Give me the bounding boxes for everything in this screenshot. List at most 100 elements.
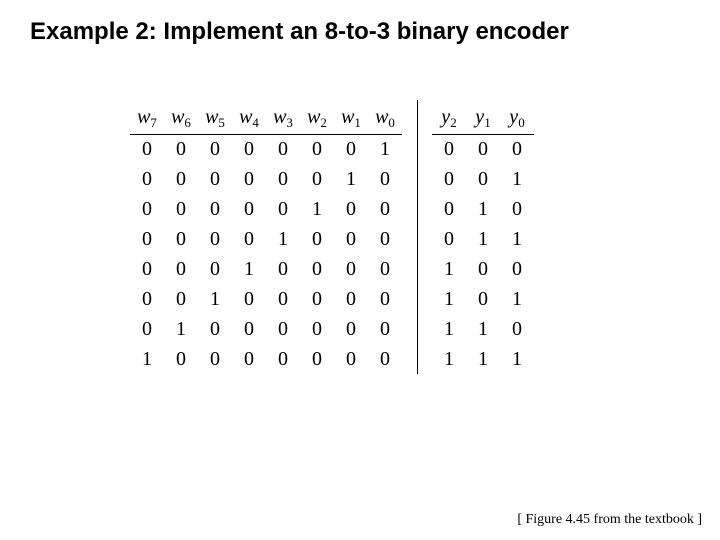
cell: 0 — [266, 314, 300, 344]
cell: 0 — [164, 254, 198, 284]
col-w2: w2 — [300, 100, 334, 134]
cell: 0 — [334, 194, 368, 224]
cell: 0 — [432, 194, 466, 224]
cell: 0 — [466, 164, 500, 194]
cell: 0 — [368, 314, 402, 344]
col-w5: w5 — [198, 100, 232, 134]
cell: 0 — [232, 284, 266, 314]
cell: 0 — [130, 164, 164, 194]
page-title: Example 2: Implement an 8-to-3 binary en… — [30, 18, 569, 46]
cell: 1 — [164, 314, 198, 344]
col-y1: y1 — [466, 100, 500, 134]
cell: 1 — [232, 254, 266, 284]
cell: 1 — [500, 344, 534, 374]
cell: 0 — [300, 164, 334, 194]
cell: 0 — [300, 224, 334, 254]
cell: 0 — [198, 254, 232, 284]
cell: 0 — [232, 314, 266, 344]
col-w4: w4 — [232, 100, 266, 134]
col-w3: w3 — [266, 100, 300, 134]
cell: 0 — [432, 224, 466, 254]
cell: 0 — [368, 254, 402, 284]
cell: 0 — [164, 134, 198, 164]
cell: 0 — [164, 284, 198, 314]
cell: 1 — [130, 344, 164, 374]
cell: 0 — [198, 164, 232, 194]
cell: 1 — [432, 284, 466, 314]
cell: 1 — [198, 284, 232, 314]
cell: 0 — [266, 164, 300, 194]
cell: 1 — [500, 224, 534, 254]
table-row: 0 0 0 1 0 0 0 0 1 0 0 — [130, 254, 534, 284]
cell: 1 — [466, 224, 500, 254]
cell: 1 — [300, 194, 334, 224]
cell: 0 — [334, 314, 368, 344]
header-rule-left — [130, 134, 402, 135]
cell: 1 — [500, 284, 534, 314]
encoder-table: w7 w6 w5 w4 w3 w2 w1 w0 y2 y1 y0 0 0 0 0… — [130, 100, 534, 374]
cell: 0 — [266, 194, 300, 224]
cell: 0 — [334, 134, 368, 164]
cell: 1 — [466, 344, 500, 374]
cell: 0 — [300, 284, 334, 314]
cell: 0 — [500, 134, 534, 164]
cell: 0 — [368, 224, 402, 254]
cell: 0 — [466, 134, 500, 164]
cell: 0 — [334, 224, 368, 254]
table-row: 0 0 0 0 0 0 1 0 0 0 1 — [130, 164, 534, 194]
cell: 0 — [300, 314, 334, 344]
cell: 0 — [368, 194, 402, 224]
figure-caption: [ Figure 4.45 from the textbook ] — [517, 512, 702, 528]
output-separator — [417, 100, 418, 374]
cell: 0 — [500, 254, 534, 284]
cell: 0 — [334, 254, 368, 284]
table-row: 0 0 0 0 0 1 0 0 0 1 0 — [130, 194, 534, 224]
table-header-row: w7 w6 w5 w4 w3 w2 w1 w0 y2 y1 y0 — [130, 100, 534, 134]
cell: 0 — [198, 314, 232, 344]
cell: 0 — [466, 284, 500, 314]
cell: 0 — [232, 134, 266, 164]
cell: 1 — [432, 314, 466, 344]
truth-table: w7 w6 w5 w4 w3 w2 w1 w0 y2 y1 y0 0 0 0 0… — [130, 100, 534, 374]
table-row: 0 0 1 0 0 0 0 0 1 0 1 — [130, 284, 534, 314]
cell: 0 — [300, 344, 334, 374]
cell: 0 — [198, 134, 232, 164]
col-w6: w6 — [164, 100, 198, 134]
cell: 0 — [334, 344, 368, 374]
cell: 0 — [266, 284, 300, 314]
cell: 0 — [368, 164, 402, 194]
cell: 0 — [130, 314, 164, 344]
col-w0: w0 — [368, 100, 402, 134]
col-y2: y2 — [432, 100, 466, 134]
cell: 0 — [334, 284, 368, 314]
cell: 1 — [432, 344, 466, 374]
cell: 1 — [466, 314, 500, 344]
cell: 0 — [130, 224, 164, 254]
cell: 0 — [266, 254, 300, 284]
cell: 0 — [198, 224, 232, 254]
cell: 1 — [466, 194, 500, 224]
table-row: 0 1 0 0 0 0 0 0 1 1 0 — [130, 314, 534, 344]
cell: 1 — [334, 164, 368, 194]
cell: 0 — [368, 284, 402, 314]
cell: 0 — [232, 224, 266, 254]
cell: 0 — [164, 224, 198, 254]
cell: 0 — [164, 194, 198, 224]
col-w7: w7 — [130, 100, 164, 134]
col-y0: y0 — [500, 100, 534, 134]
table-row: 0 0 0 0 1 0 0 0 0 1 1 — [130, 224, 534, 254]
cell: 0 — [164, 344, 198, 374]
cell: 0 — [466, 254, 500, 284]
cell: 0 — [130, 254, 164, 284]
cell: 0 — [232, 164, 266, 194]
table-row: 1 0 0 0 0 0 0 0 1 1 1 — [130, 344, 534, 374]
header-rule-right — [432, 134, 534, 135]
cell: 0 — [500, 314, 534, 344]
cell: 0 — [130, 284, 164, 314]
cell: 0 — [130, 134, 164, 164]
cell: 0 — [500, 194, 534, 224]
col-w1: w1 — [334, 100, 368, 134]
cell: 0 — [266, 344, 300, 374]
slide-page: Example 2: Implement an 8-to-3 binary en… — [0, 0, 720, 540]
cell: 0 — [232, 344, 266, 374]
